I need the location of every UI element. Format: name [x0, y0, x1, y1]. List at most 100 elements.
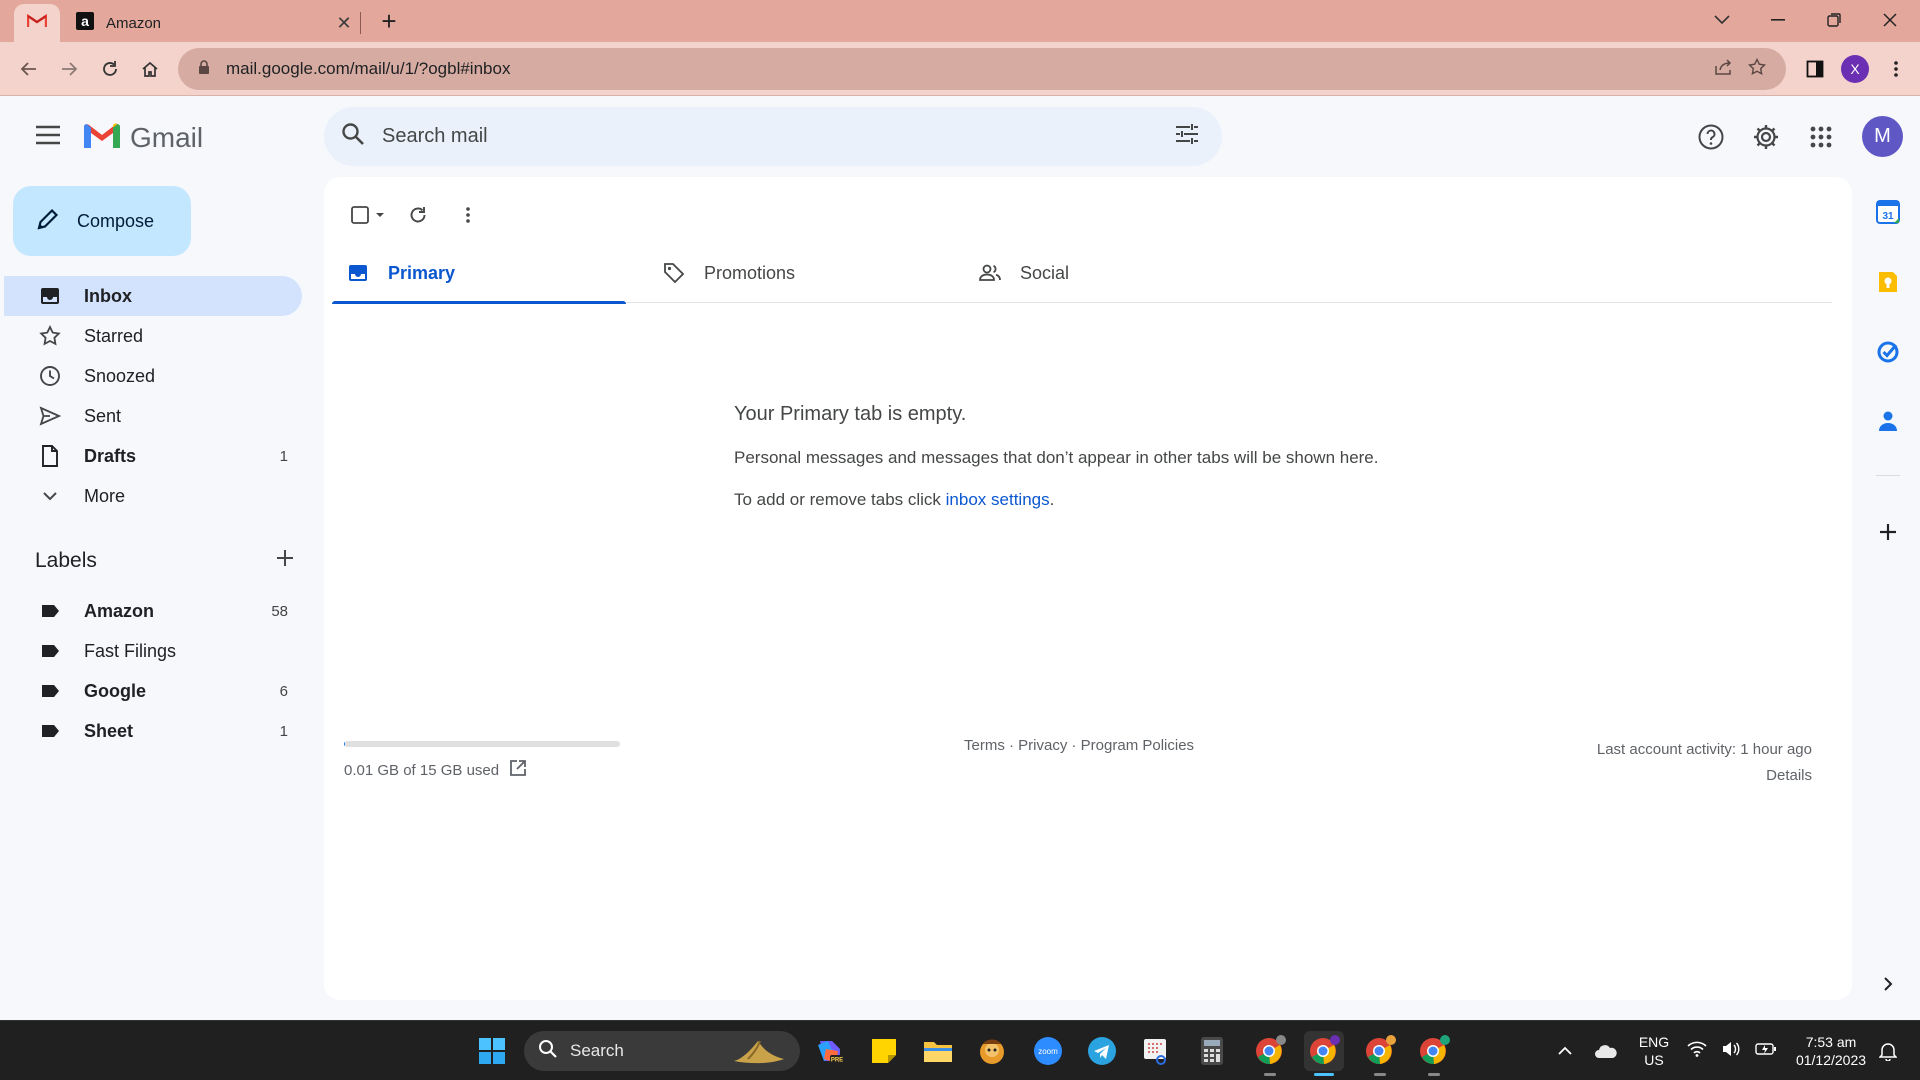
google-contacts-icon[interactable]: [1872, 405, 1904, 437]
search-bar: [324, 107, 1222, 166]
close-tab-icon[interactable]: ✕: [330, 13, 358, 34]
tab-primary[interactable]: Primary: [332, 243, 626, 304]
select-all-checkbox[interactable]: [344, 195, 392, 235]
label-tag-icon: [38, 719, 62, 743]
onedrive-cloud-icon[interactable]: [1586, 1031, 1626, 1071]
nav-item-drafts[interactable]: Drafts 1: [4, 436, 302, 476]
gmail-logo[interactable]: Gmail: [82, 120, 203, 155]
browser-tab-gmail[interactable]: [14, 4, 60, 42]
nav-item-starred[interactable]: Starred: [4, 316, 302, 356]
google-apps-icon[interactable]: [1799, 115, 1843, 159]
main-menu-icon[interactable]: [30, 120, 66, 150]
chrome-profile-3-icon[interactable]: [1360, 1031, 1400, 1071]
forward-button[interactable]: [52, 52, 86, 86]
taskbar-search-label: Search: [570, 1041, 624, 1060]
label-name-fast-filings: Fast Filings: [84, 640, 177, 661]
windows-taskbar: Search PRE zoom ENG US 7:53 am 01/12/202…: [0, 1020, 1920, 1080]
compose-button[interactable]: Compose: [13, 186, 191, 256]
chrome-profile-x-active-icon[interactable]: [1304, 1031, 1344, 1071]
address-bar[interactable]: mail.google.com/mail/u/1/?ogbl#inbox: [178, 48, 1786, 90]
system-tray-quick-settings[interactable]: [1680, 1031, 1784, 1071]
label-name-amazon: Amazon: [84, 600, 155, 621]
copilot-preview-icon[interactable]: PRE: [810, 1031, 850, 1071]
chrome-profile-1-icon[interactable]: [1250, 1031, 1290, 1071]
open-external-icon[interactable]: [509, 759, 527, 781]
nav-item-inbox[interactable]: Inbox: [4, 276, 302, 316]
restore-button[interactable]: [1806, 0, 1862, 40]
gmail-m-icon: [82, 120, 122, 155]
home-button[interactable]: [133, 52, 167, 86]
label-item-fast-filings[interactable]: Fast Filings: [4, 631, 302, 671]
show-hidden-icons-chevron-icon[interactable]: [1545, 1031, 1585, 1071]
help-icon[interactable]: [1689, 115, 1733, 159]
activity-details-link[interactable]: Details: [1597, 763, 1812, 789]
profile-avatar[interactable]: X: [1838, 52, 1872, 86]
settings-line-suffix: .: [1049, 490, 1055, 509]
bookmark-star-icon[interactable]: [1747, 57, 1767, 81]
get-addons-plus-icon[interactable]: [1872, 516, 1904, 548]
telegram-icon[interactable]: [1082, 1031, 1122, 1071]
inbox-settings-link[interactable]: inbox settings: [946, 490, 1050, 509]
input-language[interactable]: ENG US: [1628, 1033, 1680, 1069]
google-calendar-icon[interactable]: 31: [1872, 196, 1904, 228]
footer-policy-links[interactable]: Terms · Privacy · Program Policies: [964, 737, 1194, 754]
side-panel-icon[interactable]: [1798, 52, 1832, 86]
browser-tab-active[interactable]: a Amazon ✕: [62, 4, 358, 42]
people-icon: [978, 264, 1002, 282]
back-button[interactable]: [12, 52, 46, 86]
search-options-icon[interactable]: [1174, 122, 1200, 151]
google-keep-icon[interactable]: [1872, 266, 1904, 298]
share-icon[interactable]: [1714, 58, 1734, 81]
taskbar-search-icon: [538, 1039, 558, 1064]
nav-item-snoozed[interactable]: Snoozed: [4, 356, 302, 396]
taskbar-search-box[interactable]: Search: [524, 1031, 800, 1071]
browser-tab-title: Amazon: [106, 14, 162, 32]
nav-item-sent[interactable]: Sent: [4, 396, 302, 436]
search-highlight-illustration-icon: [730, 1033, 790, 1070]
tab-social[interactable]: Social: [964, 243, 1258, 303]
show-side-panel-chevron-icon[interactable]: [1872, 968, 1904, 1000]
amazon-favicon-icon: a: [76, 11, 94, 35]
sticky-notes-icon[interactable]: [864, 1031, 904, 1071]
inbox-tab-icon: [346, 264, 370, 282]
reload-button[interactable]: [93, 52, 127, 86]
nav-item-more[interactable]: More: [4, 476, 302, 516]
chrome-profile-4-icon[interactable]: [1414, 1031, 1454, 1071]
more-actions-icon[interactable]: [448, 195, 488, 235]
running-indicator: [1264, 1073, 1276, 1076]
star-icon: [38, 324, 62, 348]
close-window-button[interactable]: [1862, 0, 1918, 40]
search-input[interactable]: [382, 125, 1142, 148]
snipping-tool-icon[interactable]: [1136, 1031, 1176, 1071]
add-label-plus-icon[interactable]: [275, 548, 295, 573]
label-name-sheet: Sheet: [84, 720, 134, 741]
settings-gear-icon[interactable]: [1744, 115, 1788, 159]
zoom-app-icon[interactable]: zoom: [1028, 1031, 1068, 1071]
search-icon[interactable]: [340, 121, 366, 152]
label-item-sheet[interactable]: Sheet 1: [4, 711, 302, 751]
windows-start-icon[interactable]: [472, 1031, 512, 1071]
storage-info: 0.01 GB of 15 GB used: [344, 741, 620, 781]
browser-menu-icon[interactable]: [1879, 52, 1913, 86]
taskbar-clock[interactable]: 7:53 am 01/12/2023: [1786, 1033, 1876, 1069]
file-explorer-icon[interactable]: [918, 1031, 958, 1071]
game-app-icon[interactable]: [972, 1031, 1012, 1071]
browser-tab-strip: a Amazon ✕ +: [0, 0, 1920, 42]
minimize-button[interactable]: [1750, 0, 1806, 40]
google-tasks-icon[interactable]: [1872, 336, 1904, 368]
refresh-icon[interactable]: [398, 195, 438, 235]
profile-initial: X: [1841, 55, 1869, 83]
empty-state-settings-line: To add or remove tabs click inbox settin…: [734, 490, 1379, 510]
new-tab-button[interactable]: +: [374, 6, 404, 36]
tab-promotions-label: Promotions: [704, 262, 796, 283]
settings-line-prefix: To add or remove tabs click: [734, 490, 946, 509]
calculator-icon[interactable]: [1192, 1031, 1232, 1071]
tab-search-chevron-icon[interactable]: [1694, 0, 1750, 40]
tab-promotions[interactable]: Promotions: [648, 243, 942, 303]
notification-bell-icon[interactable]: [1868, 1031, 1908, 1071]
svg-text:zoom: zoom: [1038, 1047, 1058, 1056]
label-item-google[interactable]: Google 6: [4, 671, 302, 711]
nav-label-drafts: Drafts: [84, 445, 137, 466]
account-avatar[interactable]: M: [1862, 116, 1903, 157]
label-item-amazon[interactable]: Amazon 58: [4, 591, 302, 631]
